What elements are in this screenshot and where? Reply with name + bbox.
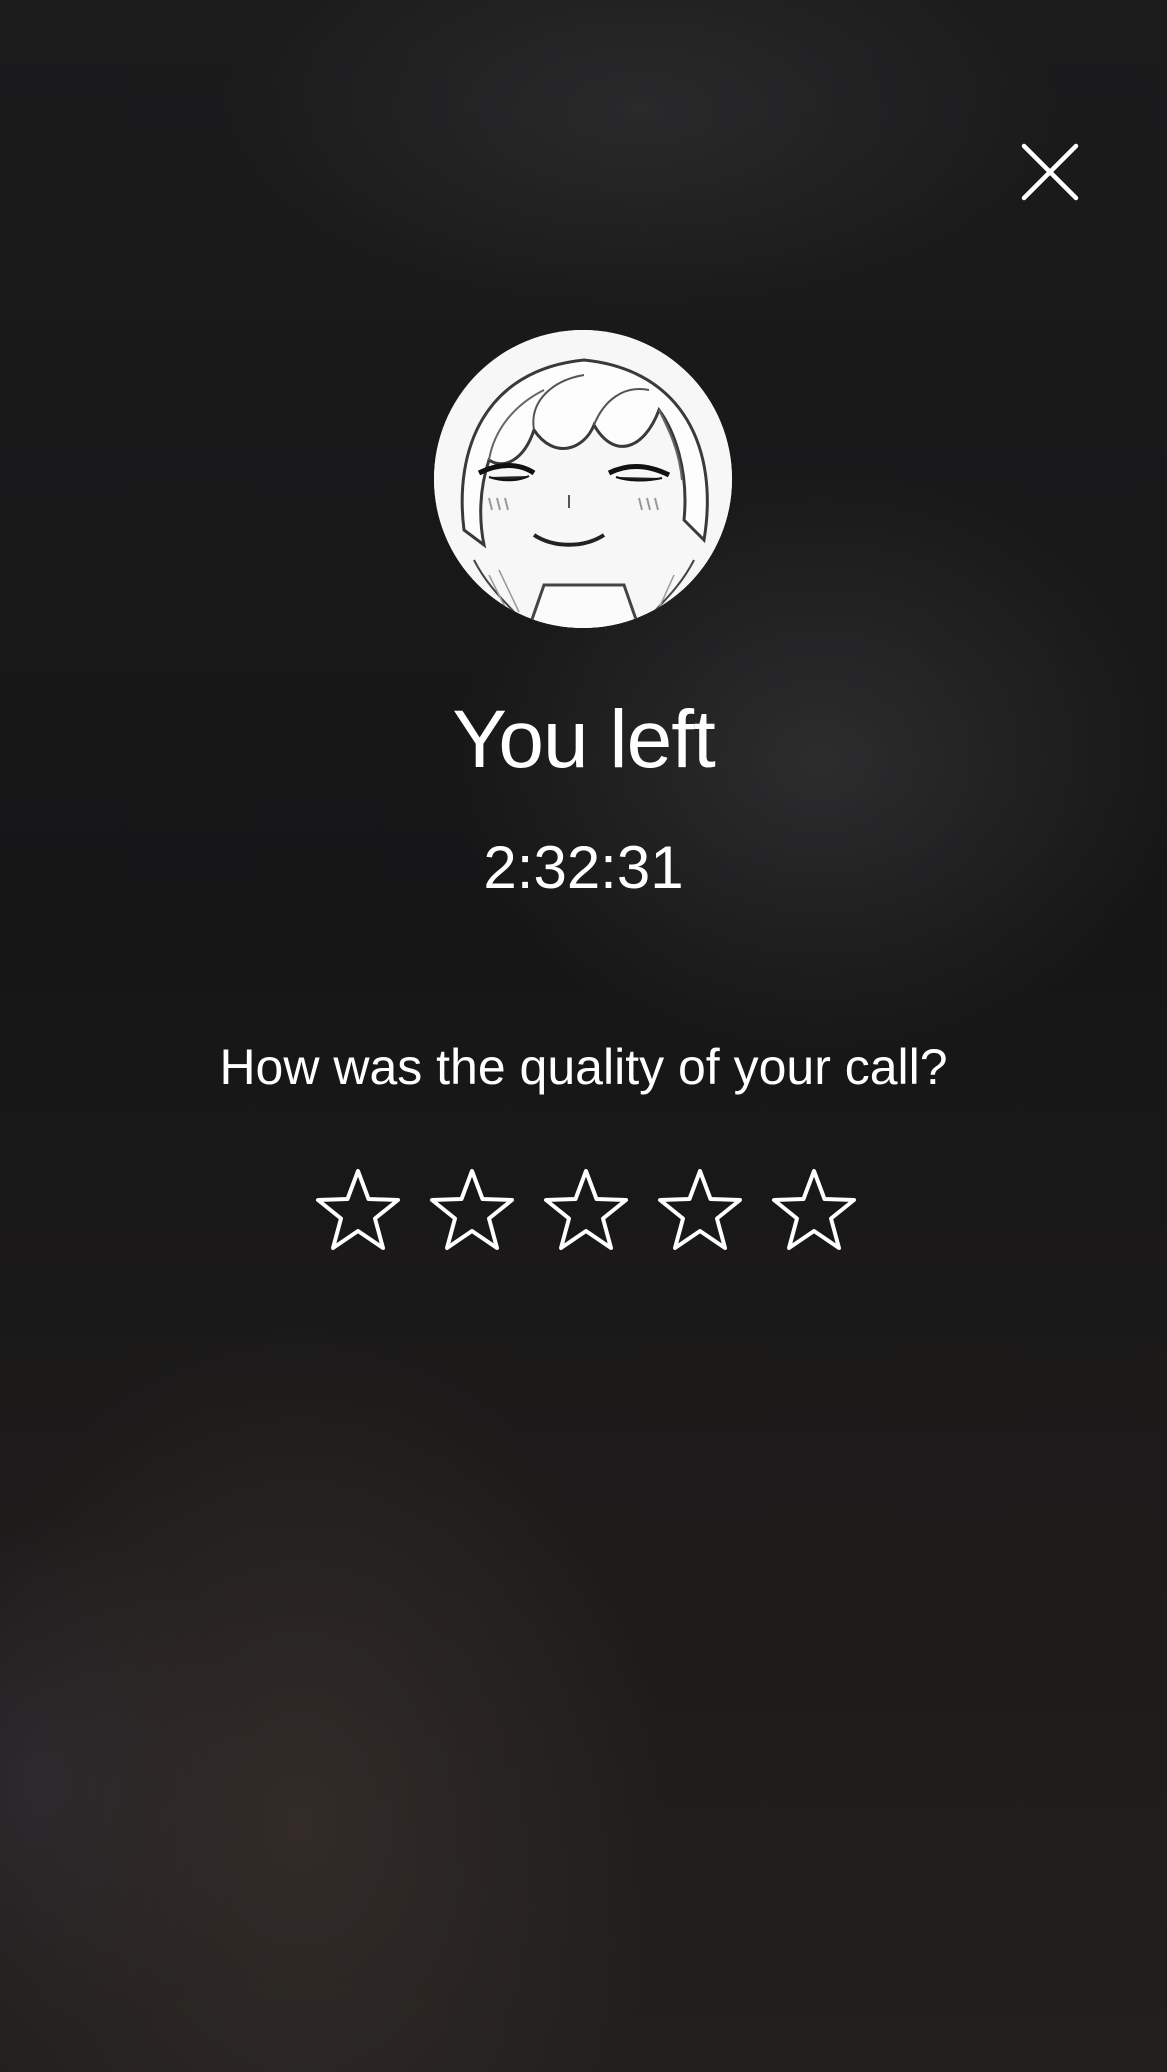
close-icon bbox=[1021, 143, 1079, 201]
rating-prompt: How was the quality of your call? bbox=[219, 1039, 948, 1095]
star-outline-icon bbox=[658, 1169, 742, 1250]
call-status-title: You left bbox=[452, 694, 716, 785]
star-outline-icon bbox=[772, 1169, 856, 1250]
manga-girl-avatar-image bbox=[434, 330, 732, 628]
star-rating bbox=[312, 1166, 860, 1256]
star-rating-1[interactable] bbox=[312, 1166, 404, 1256]
star-outline-icon bbox=[316, 1169, 400, 1250]
star-rating-2[interactable] bbox=[426, 1166, 518, 1256]
call-duration: 2:32:31 bbox=[483, 834, 684, 901]
star-rating-4[interactable] bbox=[654, 1166, 746, 1256]
star-rating-5[interactable] bbox=[768, 1166, 860, 1256]
close-button[interactable] bbox=[1016, 138, 1084, 206]
call-ended-screen: You left 2:32:31 How was the quality of … bbox=[0, 0, 1167, 2072]
star-rating-3[interactable] bbox=[540, 1166, 632, 1256]
star-outline-icon bbox=[544, 1169, 628, 1250]
avatar bbox=[434, 330, 732, 628]
star-outline-icon bbox=[430, 1169, 514, 1250]
